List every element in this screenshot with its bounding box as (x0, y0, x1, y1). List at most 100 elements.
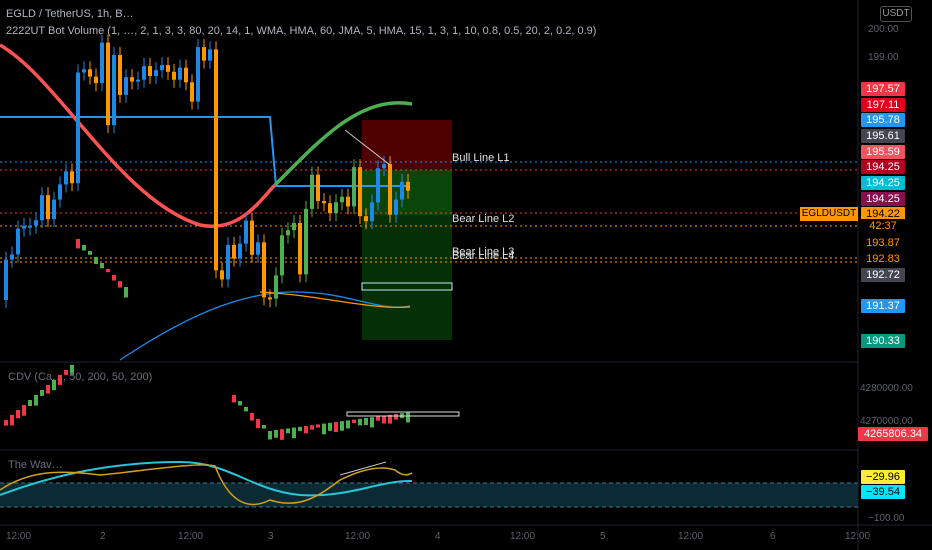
bear-line-l2-label: Bear Line L2 (452, 213, 515, 225)
price-badge: −29.96 (861, 470, 905, 484)
candle-body (388, 164, 392, 215)
cdv-bar (382, 415, 386, 424)
candle-body (238, 243, 242, 259)
cdv-bar (376, 416, 380, 421)
candle-body (256, 242, 260, 255)
candle-body (130, 77, 134, 82)
candle-body (202, 47, 206, 61)
cdv-bar (322, 423, 326, 435)
candle-body (58, 184, 62, 200)
cdv-bar (40, 390, 44, 396)
cdv-bar (298, 426, 302, 432)
price-tick: 4280000.00 (860, 383, 913, 394)
candle-body (274, 275, 278, 299)
price-badge: 195.59 (861, 145, 905, 159)
candle-body (340, 196, 344, 203)
price-badge: 197.57 (861, 82, 905, 96)
candle-body (268, 297, 272, 300)
cdv-bar (256, 419, 260, 429)
candle-body (52, 199, 56, 220)
candle-body (178, 67, 182, 80)
price-badge: 194.25 (861, 176, 905, 190)
indicator-legend[interactable]: 2222UT Bot Volume (1, …, 2, 1, 3, 3, 80,… (6, 25, 596, 37)
candle-body (334, 202, 338, 214)
price-badge: 190.33 (861, 334, 905, 348)
candle-body (382, 164, 386, 169)
candle-body (370, 202, 374, 222)
wave-legend[interactable]: The Wav… (8, 459, 63, 471)
cdv-legend[interactable]: CDV (Ca…, 50, 200, 50, 200) (8, 371, 152, 383)
cdv-bar (304, 426, 308, 434)
price-badge: 42:37 (861, 219, 905, 233)
candle-body (112, 55, 116, 126)
candle-body (148, 66, 152, 77)
price-badge: 194.25 (861, 160, 905, 174)
candle-body (184, 67, 188, 83)
cdv-bar (34, 395, 38, 406)
time-tick: 5 (600, 531, 606, 542)
price-badge: 195.78 (861, 113, 905, 127)
currency-button[interactable]: USDT (880, 6, 912, 22)
price-tick: 200.00 (868, 24, 899, 35)
candle-body (166, 65, 170, 72)
time-tick: 12:00 (845, 531, 871, 542)
chart-canvas[interactable] (0, 0, 932, 550)
candle-body (322, 201, 326, 204)
time-tick: 6 (770, 531, 776, 542)
cdv-bar (292, 427, 296, 439)
candle-body (106, 42, 110, 126)
candle-body (142, 66, 146, 80)
candle-body (76, 72, 80, 184)
cdv-bar (88, 251, 92, 255)
price-badge: 197.11 (861, 98, 905, 112)
cdv-bar (100, 263, 104, 269)
wave-zone (0, 483, 858, 507)
symbol-tag: EGLDUSDT (800, 207, 858, 221)
candle-body (214, 49, 218, 271)
candle-body (310, 174, 314, 209)
candle-body (316, 174, 320, 202)
cdv-bar (370, 417, 374, 428)
price-tick: −100.00 (868, 513, 905, 524)
cdv-bar (106, 269, 110, 273)
candle-body (154, 70, 158, 77)
candle-body (172, 71, 176, 80)
candle-body (28, 225, 32, 228)
cdv-bar (352, 419, 356, 424)
cdv-bar (16, 410, 20, 419)
candle-body (244, 220, 248, 244)
candle-body (160, 65, 164, 71)
candle-body (220, 270, 224, 280)
chart-window: { "header": { "title": "EGLD / TetherUS,… (0, 0, 932, 550)
price-tick: 199.00 (868, 52, 899, 63)
candle-body (88, 69, 92, 77)
cdv-bar (76, 239, 80, 249)
candle-body (208, 49, 212, 61)
candle-body (298, 222, 302, 275)
cdv-bar (46, 385, 50, 394)
cdv-bar (394, 414, 398, 420)
candle-body (100, 42, 104, 84)
cdv-bar (274, 430, 278, 438)
cdv-bar (358, 418, 362, 426)
cdv-bar (340, 421, 344, 431)
candle-body (40, 195, 44, 221)
price-badge: 192.83 (861, 252, 905, 266)
target-zone (362, 215, 452, 340)
candle-body (286, 230, 290, 236)
time-tick: 12:00 (345, 531, 371, 542)
cdv-bar (250, 413, 254, 421)
price-tick: 4270000.00 (860, 416, 913, 427)
candle-body (34, 220, 38, 226)
candle-body (196, 47, 200, 102)
cdv-bar (262, 425, 266, 429)
candle-body (394, 199, 398, 215)
candle-body (226, 244, 230, 280)
candle-body (352, 167, 356, 207)
time-tick: 3 (268, 531, 274, 542)
cdv-bar (286, 428, 290, 434)
price-badge: 191.37 (861, 299, 905, 313)
candle-body (400, 181, 404, 200)
candle-body (280, 235, 284, 276)
cdv-bar (346, 420, 350, 429)
